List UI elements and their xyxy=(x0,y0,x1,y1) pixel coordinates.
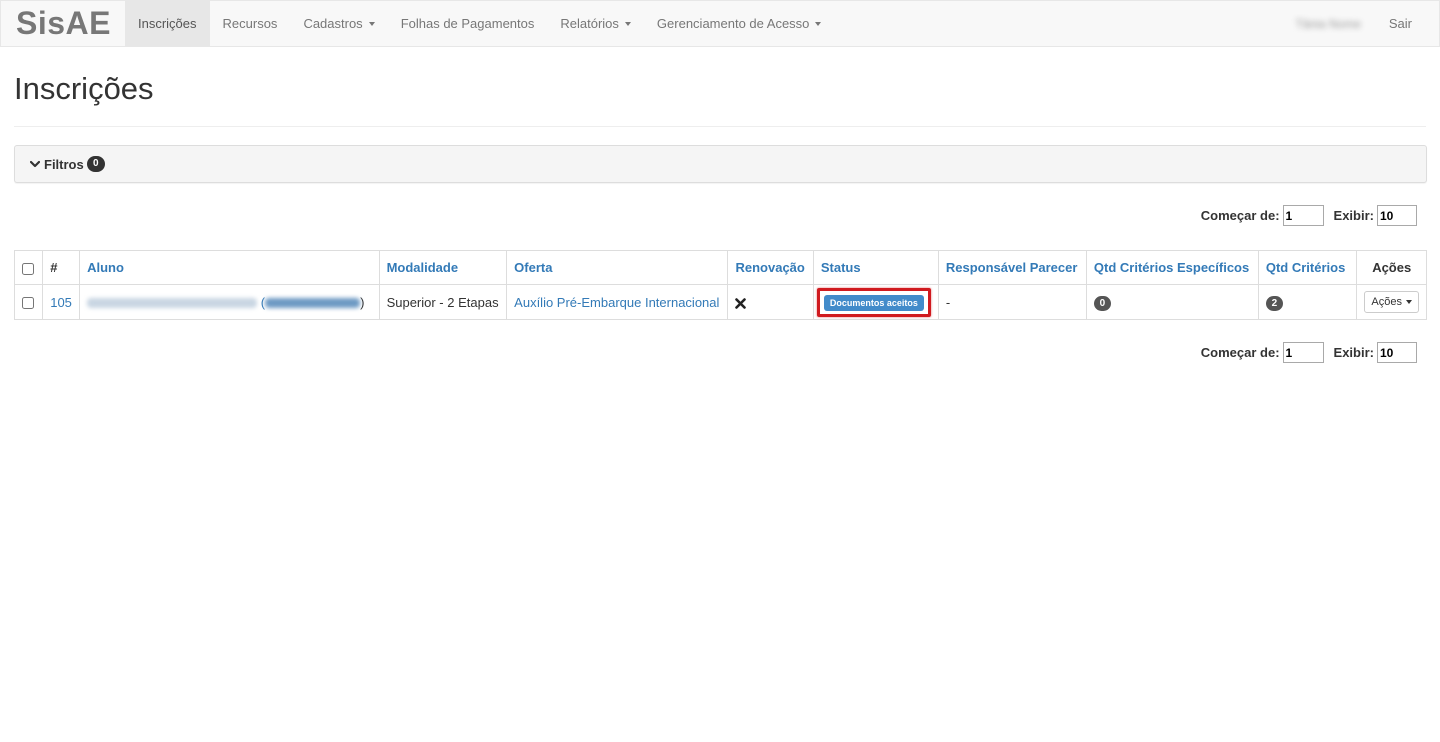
header-responsavel-parecer[interactable]: Responsável Parecer xyxy=(937,250,1087,285)
qtd-criterios-badge: 2 xyxy=(1265,295,1283,311)
main-nav: Inscrições Recursos Cadastros Folhas de … xyxy=(124,1,834,46)
nav-item-cadastros[interactable]: Cadastros xyxy=(290,1,387,46)
acoes-label: Ações xyxy=(1371,296,1402,308)
top-navbar: SisAE Inscrições Recursos Cadastros Folh… xyxy=(0,0,1440,47)
aluno-name-redacted[interactable] xyxy=(87,298,258,309)
nav-item-relatorios[interactable]: Relatórios xyxy=(547,1,644,46)
cell-select xyxy=(13,284,44,320)
show-input[interactable] xyxy=(1377,205,1417,226)
header-status[interactable]: Status xyxy=(812,250,939,285)
aluno-paren-close: ) xyxy=(360,294,365,310)
caret-down-icon xyxy=(368,21,375,26)
nav-item-label: Folhas de Pagamentos xyxy=(400,16,535,31)
cell-modalidade: Superior - 2 Etapas xyxy=(378,284,508,320)
cell-acoes: Ações xyxy=(1356,284,1427,320)
page-title: Inscrições xyxy=(14,71,154,106)
filters-label: Filtros xyxy=(44,156,84,172)
nav-item-inscricoes[interactable]: Inscrições xyxy=(124,1,210,46)
cell-responsavel-parecer: - xyxy=(937,284,1087,320)
nav-item-label: Gerenciamento de Acesso xyxy=(656,16,810,31)
table-header-row: # Aluno Modalidade Oferta Renovação Stat… xyxy=(13,250,1427,285)
cell-qtd-criterios: 2 xyxy=(1257,284,1358,320)
nav-item-recursos[interactable]: Recursos xyxy=(210,1,291,46)
logout-link[interactable]: Sair xyxy=(1375,1,1439,46)
status-highlight-box: Documentos aceitos xyxy=(816,287,931,317)
inscricoes-table: # Aluno Modalidade Oferta Renovação Stat… xyxy=(13,250,1427,320)
cell-qtd-criterios-especificos: 0 xyxy=(1085,284,1259,320)
brand-logo[interactable]: SisAE xyxy=(1,1,125,46)
header-acoes: Ações xyxy=(1356,250,1427,285)
nav-item-label: Recursos xyxy=(222,16,278,31)
start-input[interactable] xyxy=(1282,342,1324,363)
filters-panel: Filtros 0 xyxy=(14,145,1427,183)
start-label: Começar de: xyxy=(1200,345,1280,360)
nav-item-label: Relatórios xyxy=(560,16,619,31)
row-id-link[interactable]: 105 xyxy=(50,295,72,310)
caret-down-icon xyxy=(815,21,822,26)
show-label: Exibir: xyxy=(1333,208,1374,223)
row-checkbox[interactable] xyxy=(22,297,34,310)
show-label: Exibir: xyxy=(1333,345,1374,360)
filters-toggle[interactable]: Filtros 0 xyxy=(30,156,105,172)
status-badge: Documentos aceitos xyxy=(823,294,924,311)
table-row: 105 () Superior - 2 Etapas Auxílio Pré-E… xyxy=(13,284,1427,320)
user-name[interactable]: Tânia Nome xyxy=(1282,1,1375,46)
start-label: Começar de: xyxy=(1200,208,1280,223)
caret-down-icon xyxy=(1406,300,1412,304)
header-modalidade[interactable]: Modalidade xyxy=(378,250,508,285)
nav-item-gerenciamento-de-acesso[interactable]: Gerenciamento de Acesso xyxy=(644,1,834,46)
header-divider xyxy=(14,126,1426,127)
nav-item-label: Cadastros xyxy=(303,16,363,31)
header-oferta[interactable]: Oferta xyxy=(506,250,729,285)
show-input[interactable] xyxy=(1377,342,1417,363)
acoes-dropdown-button[interactable]: Ações xyxy=(1364,291,1419,313)
x-mark-icon xyxy=(735,297,747,309)
cell-status: Documentos aceitos xyxy=(812,284,939,320)
chevron-down-icon xyxy=(30,160,40,168)
aluno-id-redacted xyxy=(265,298,361,309)
header-select-all xyxy=(13,250,44,285)
qtd-especificos-badge: 0 xyxy=(1093,295,1111,311)
cell-oferta: Auxílio Pré-Embarque Internacional xyxy=(506,284,729,320)
nav-item-folhas-de-pagamentos[interactable]: Folhas de Pagamentos xyxy=(388,1,548,46)
oferta-link[interactable]: Auxílio Pré-Embarque Internacional xyxy=(514,295,719,310)
caret-down-icon xyxy=(624,21,631,26)
header-renovacao[interactable]: Renovação xyxy=(727,250,814,285)
pagination-bottom: Começar de: Exibir: xyxy=(1201,342,1417,363)
cell-aluno: () xyxy=(79,284,380,320)
nav-right: Tânia Nome Sair xyxy=(1282,1,1440,46)
pagination-top: Começar de: Exibir: xyxy=(1201,205,1417,226)
cell-renovacao xyxy=(727,284,814,320)
cell-id: 105 xyxy=(42,284,81,320)
start-input[interactable] xyxy=(1282,205,1324,226)
header-qtd-criterios[interactable]: Qtd Critérios xyxy=(1257,250,1358,285)
nav-item-label: Inscrições xyxy=(137,16,197,31)
filters-count-badge: 0 xyxy=(86,156,105,172)
header-aluno[interactable]: Aluno xyxy=(79,250,380,285)
header-qtd-criterios-especificos[interactable]: Qtd Critérios Específicos xyxy=(1085,250,1259,285)
select-all-checkbox[interactable] xyxy=(22,262,34,275)
header-num: # xyxy=(42,250,81,285)
